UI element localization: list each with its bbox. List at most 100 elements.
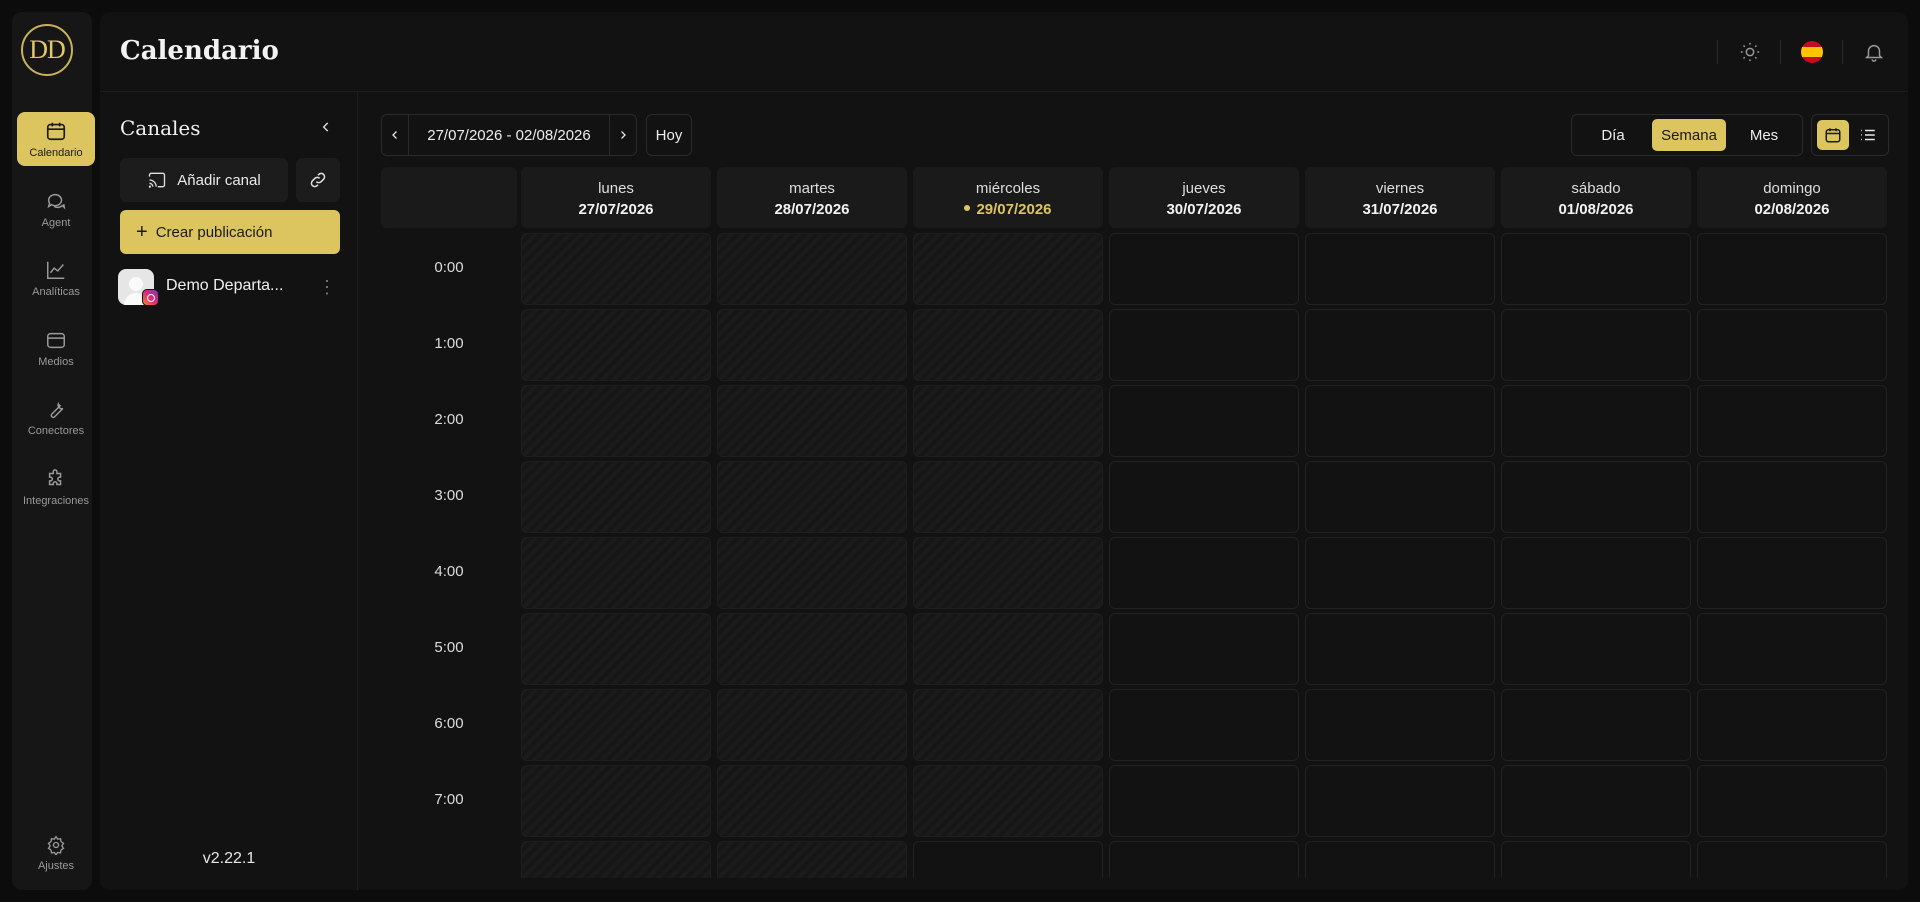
time-slot[interactable] [1109,385,1299,457]
time-slot[interactable] [913,309,1103,381]
time-slot[interactable] [1305,309,1495,381]
time-slot[interactable] [1697,841,1887,878]
time-slot[interactable] [1109,765,1299,837]
time-slot[interactable] [1109,613,1299,685]
time-slot[interactable] [1109,841,1299,878]
day-header: jueves 30/07/2026 [1109,167,1299,228]
time-slot[interactable] [717,309,907,381]
time-slot[interactable] [521,537,711,609]
link-button[interactable] [296,158,340,202]
time-slot[interactable] [913,613,1103,685]
time-slot[interactable] [913,765,1103,837]
calendar-mode-button[interactable] [1817,120,1849,150]
date-range[interactable]: 27/07/2026 - 02/08/2026 [408,115,610,155]
nav-item-analiticas[interactable]: Analíticas [17,251,95,305]
time-slot[interactable] [1109,537,1299,609]
next-week-button[interactable] [610,115,636,155]
sidebar-nav: DD Calendario Agent Analíticas Medios Co… [12,12,95,890]
time-slot[interactable] [521,765,711,837]
time-slot[interactable] [717,689,907,761]
time-slot[interactable] [1697,537,1887,609]
view-day-button[interactable]: Día [1578,119,1648,151]
view-month-button[interactable]: Mes [1730,119,1798,151]
hour-label: 3:00 [434,487,464,504]
time-slot[interactable] [1501,537,1691,609]
time-slot[interactable] [1305,461,1495,533]
time-slot[interactable] [913,385,1103,457]
time-slot[interactable] [1305,841,1495,878]
time-slot[interactable] [1501,689,1691,761]
day-date: 30/07/2026 [1166,201,1242,218]
time-slot[interactable] [521,841,711,878]
spain-flag-icon[interactable] [1798,38,1826,66]
time-slot[interactable] [1305,233,1495,305]
time-slot[interactable] [1501,765,1691,837]
divider [1842,40,1843,64]
nav-item-medios[interactable]: Medios [17,321,95,375]
time-slot[interactable] [717,385,907,457]
time-slot[interactable] [1697,385,1887,457]
channel-item[interactable]: Demo Departa... ⋮ [118,267,340,307]
time-slot[interactable] [1305,537,1495,609]
time-slot[interactable] [1697,765,1887,837]
time-slot[interactable] [913,841,1103,878]
time-slot[interactable] [521,309,711,381]
nav-item-agent[interactable]: Agent [17,182,95,236]
time-slot[interactable] [913,461,1103,533]
time-slot[interactable] [1501,309,1691,381]
time-slot[interactable] [1501,233,1691,305]
time-slot[interactable] [1305,689,1495,761]
time-slot[interactable] [717,537,907,609]
nav-item-ajustes[interactable]: Ajustes [17,830,95,876]
time-slot[interactable] [521,233,711,305]
view-week-button[interactable]: Semana [1652,119,1726,151]
time-slot[interactable] [1697,233,1887,305]
time-slot[interactable] [913,233,1103,305]
more-options-icon[interactable]: ⋮ [318,275,336,299]
channels-title: Canales [120,116,201,140]
time-slot[interactable] [521,385,711,457]
time-slot[interactable] [717,765,907,837]
time-slot[interactable] [1109,309,1299,381]
time-slot[interactable] [1501,461,1691,533]
time-slot[interactable] [521,461,711,533]
bell-icon[interactable] [1860,38,1888,66]
today-button[interactable]: Hoy [646,114,692,156]
time-slot[interactable] [1501,385,1691,457]
time-slot[interactable] [1305,385,1495,457]
nav-item-integraciones[interactable]: Integraciones [17,460,95,514]
time-slot[interactable] [521,613,711,685]
time-slot[interactable] [1697,461,1887,533]
time-slot[interactable] [1305,765,1495,837]
time-slot[interactable] [717,841,907,878]
time-slot[interactable] [913,537,1103,609]
time-slot[interactable] [717,461,907,533]
time-slot[interactable] [1305,613,1495,685]
link-icon [310,172,326,188]
time-slot[interactable] [913,689,1103,761]
time-slot[interactable] [1501,613,1691,685]
collapse-panel-button[interactable] [315,116,337,138]
time-slot[interactable] [1109,233,1299,305]
time-slot[interactable] [1109,461,1299,533]
puzzle-icon [48,468,62,485]
time-slot[interactable] [1697,309,1887,381]
previous-week-button[interactable] [382,115,408,155]
nav-item-conectores[interactable]: Conectores [17,390,95,444]
logo[interactable]: DD [21,24,73,76]
time-slot[interactable] [1109,689,1299,761]
time-slot[interactable] [1697,613,1887,685]
nav-item-label: Conectores [27,424,85,437]
hour-label: 4:00 [434,563,464,580]
time-slot[interactable] [521,689,711,761]
sun-icon[interactable] [1736,38,1764,66]
create-post-button[interactable]: + Crear publicación [120,210,340,254]
nav-item-calendario[interactable]: Calendario [17,112,95,166]
time-slot[interactable] [717,613,907,685]
add-channel-button[interactable]: Añadir canal [120,158,288,202]
time-slot[interactable] [1697,689,1887,761]
time-slot[interactable] [1501,841,1691,878]
nav-item-label: Analíticas [32,285,80,298]
list-mode-button[interactable] [1852,120,1884,150]
time-slot[interactable] [717,233,907,305]
